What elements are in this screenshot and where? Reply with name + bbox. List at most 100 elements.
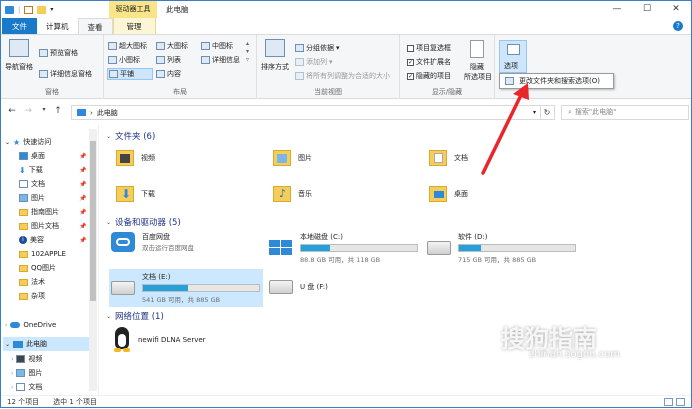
item-checkbox-check[interactable] [407, 44, 414, 52]
folder-pictures[interactable]: 图片 [273, 150, 312, 166]
folder-desktop[interactable]: 桌面 [429, 186, 468, 202]
layout-small[interactable]: 小图标 [108, 55, 140, 65]
tab-file[interactable]: 文件 [2, 18, 37, 35]
layout-list[interactable]: 列表 [156, 55, 181, 65]
nav-onedrive[interactable]: › OneDrive [5, 318, 93, 332]
expand-icon[interactable]: ⌄ [5, 139, 10, 146]
current-view-group-label: 当前视图 [314, 88, 342, 96]
new-folder-icon[interactable] [37, 5, 47, 14]
folder-label: 图片 [298, 154, 312, 162]
nav-quick-access[interactable]: ⌄ ★ 快速访问 [5, 135, 93, 149]
expand-icon[interactable]: › [11, 370, 13, 377]
search-input[interactable]: ⌕ 搜索"此电脑" [561, 105, 689, 120]
back-arrow-icon[interactable]: ← [6, 106, 18, 116]
forward-arrow-icon[interactable]: → [22, 106, 34, 116]
drive-c[interactable]: 本地磁盘 (C:) 88.8 GB 可用，共 118 GB [269, 232, 418, 264]
group-by-dropdown-icon: ▾ [336, 44, 340, 52]
folder-options-icon [505, 77, 514, 85]
tab-view[interactable]: 查看 [77, 18, 113, 35]
address-bar[interactable]: › 此电脑 ▾ [71, 105, 541, 120]
layout-large[interactable]: 大图标 [156, 41, 188, 51]
expand-icon[interactable]: › [11, 384, 13, 391]
folder-documents[interactable]: 文档 [429, 150, 468, 166]
expand-icon[interactable]: › [5, 322, 7, 329]
windows-drive-icon [269, 240, 293, 256]
preview-pane-button[interactable]: 预览窗格 [39, 48, 78, 58]
collapse-icon[interactable]: ⌄ [106, 219, 111, 226]
qat-dropdown-icon[interactable]: ▾ [50, 6, 53, 13]
folders-section-header[interactable]: ⌄ 文件夹 (6) [106, 130, 155, 142]
expand-icon[interactable]: › [11, 356, 13, 363]
folder-videos[interactable]: 视频 [116, 150, 155, 166]
up-arrow-icon[interactable]: ↑ [52, 106, 64, 116]
group-by-button[interactable]: 分组依据 ▾ [295, 43, 340, 53]
expand-icon[interactable]: ⌄ [5, 341, 10, 348]
hide-selected-button-line2[interactable]: 所选项目 [464, 72, 492, 82]
drive-f-usb[interactable]: U 盘 (F:) [269, 280, 328, 294]
collapse-icon[interactable]: ⌄ [106, 313, 111, 320]
sort-icon [265, 39, 285, 57]
drive-usage-fill [301, 245, 330, 251]
folder-downloads[interactable]: ⬇ 下载 [116, 186, 155, 202]
folder-music[interactable]: ♪ 音乐 [273, 186, 312, 202]
address-dropdown-icon[interactable]: ▾ [533, 109, 536, 116]
info-icon: i [19, 236, 27, 244]
fit-columns-label: 将所有列调整为合适的大小 [306, 72, 390, 80]
close-button[interactable]: ✕ [661, 1, 691, 18]
devices-section-header[interactable]: ⌄ 设备和驱动器 (5) [106, 216, 181, 228]
minimize-button[interactable]: — [602, 1, 632, 18]
drive-e[interactable]: 文档 (E:) 541 GB 可用，共 885 GB [109, 269, 263, 307]
layout-scroll-icon[interactable]: ▴ ▾ ▿ [246, 40, 249, 64]
options-button[interactable]: 选项 [499, 40, 527, 73]
device-baidu-netdisk[interactable]: 百度网盘 双击运行百度网盘 [111, 232, 194, 252]
network-section-header[interactable]: ⌄ 网络位置 (1) [106, 310, 164, 322]
nav-scrollbar-thumb[interactable] [90, 141, 96, 301]
nav-pc-videos[interactable]: › 视频 [11, 352, 99, 366]
help-icon[interactable]: ? [673, 21, 683, 31]
maximize-button[interactable]: ☐ [632, 1, 662, 18]
extensions-check[interactable]: ✓ [407, 58, 414, 66]
layout-details[interactable]: 详细信息 [201, 55, 240, 65]
preview-pane-label: 预览窗格 [50, 49, 78, 57]
extra-large-icons-icon [108, 42, 117, 50]
nav-pc-documents[interactable]: › 文档 [11, 380, 99, 394]
nav-scrollbar[interactable] [89, 129, 97, 391]
layout-group-label: 布局 [173, 88, 187, 96]
layout-tiles[interactable]: 平铺 [107, 68, 153, 80]
item-checkbox-option[interactable]: 项目复选框 [407, 43, 451, 53]
properties-icon[interactable] [24, 5, 34, 14]
add-column-button[interactable]: 添加列 ▾ [295, 57, 333, 67]
collapse-icon[interactable]: ⌄ [106, 133, 111, 140]
details-pane-button[interactable]: 详细信息窗格 [39, 69, 92, 79]
layout-medium[interactable]: 中图标 [201, 41, 233, 51]
fit-columns-button[interactable]: 将所有列调整为合适的大小 [295, 71, 390, 81]
layout-content[interactable]: 内容 [156, 69, 181, 79]
nav-pane-button[interactable]: 导航窗格 [5, 62, 33, 72]
group-by-label: 分组依据 [306, 44, 334, 52]
hidden-items-check[interactable]: ✓ [407, 72, 414, 80]
recent-dropdown-icon[interactable]: ▾ [38, 106, 50, 113]
change-folder-options-item[interactable]: 更改文件夹和搜索选项(O) [519, 76, 600, 86]
nav-item-label: 美容 [30, 236, 44, 244]
layout-extra-large[interactable]: 超大图标 [108, 41, 147, 51]
search-icon: ⌕ [568, 108, 572, 116]
star-icon: ★ [13, 137, 21, 147]
drive-usage-bar [142, 284, 260, 292]
address-path[interactable]: 此电脑 [97, 108, 118, 118]
extensions-option[interactable]: ✓ 文件扩展名 [407, 57, 451, 67]
drive-d[interactable]: 软件 (D:) 715 GB 可用，共 885 GB [427, 232, 576, 264]
details-view-icon[interactable] [664, 398, 673, 406]
folder-icon [19, 222, 28, 230]
hide-selected-button[interactable]: 隐藏 [470, 62, 484, 72]
sort-button[interactable]: 排序方式 [261, 62, 289, 72]
tab-manage[interactable]: 管理 [112, 18, 156, 35]
search-placeholder: 搜索"此电脑" [574, 108, 617, 116]
network-dlna-server[interactable]: newifi DLNA Server [113, 327, 206, 353]
refresh-icon[interactable]: ↻ [540, 105, 555, 120]
tab-computer[interactable]: 计算机 [37, 18, 78, 35]
picture-folder-icon [273, 150, 291, 166]
hidden-items-option[interactable]: ✓ 隐藏的项目 [407, 71, 451, 81]
nav-this-pc[interactable]: ⌄ 此电脑 [3, 337, 89, 351]
nav-pc-pictures[interactable]: › 图片 [11, 366, 99, 380]
large-icons-view-icon[interactable] [676, 398, 685, 406]
